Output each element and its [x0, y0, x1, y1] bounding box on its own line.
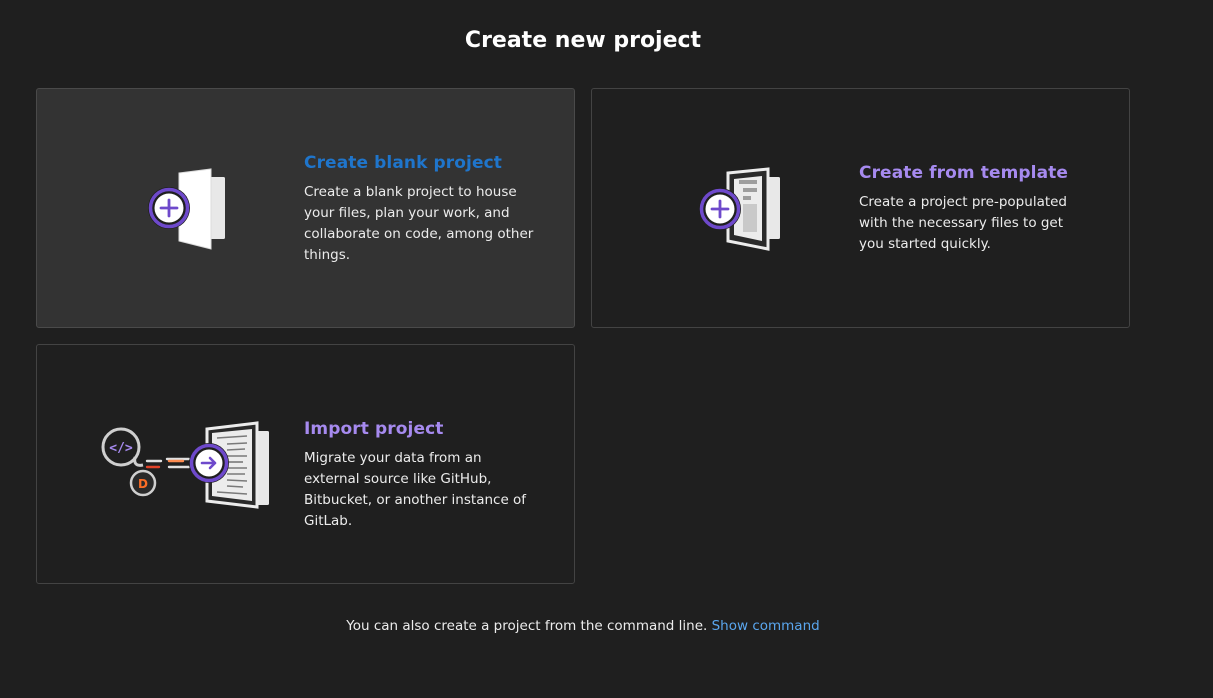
svg-text:</>: </>	[109, 441, 133, 456]
create-from-template-card[interactable]: Create from template Create a project pr…	[591, 88, 1130, 328]
import-project-title[interactable]: Import project	[304, 419, 534, 439]
import-project-description: Migrate your data from an external sourc…	[304, 450, 527, 529]
command-line-hint-text: You can also create a project from the c…	[346, 618, 708, 634]
svg-text:D: D	[138, 477, 148, 491]
template-project-illustration-icon	[699, 167, 780, 251]
create-blank-project-card[interactable]: Create blank project Create a blank proj…	[36, 88, 575, 328]
page-title: Create new project	[464, 28, 702, 53]
create-from-template-title[interactable]: Create from template	[859, 163, 1089, 183]
show-command-link[interactable]: Show command	[712, 618, 820, 634]
create-from-template-description: Create a project pre-populated with the …	[859, 194, 1068, 252]
create-blank-project-description: Create a blank project to house your fil…	[304, 184, 534, 263]
import-project-card[interactable]: </> D Import project Migrate your data f…	[36, 344, 575, 584]
create-blank-project-title[interactable]: Create blank project	[304, 153, 534, 173]
blank-project-illustration-icon	[148, 168, 225, 250]
command-line-hint: You can also create a project from the c…	[0, 618, 1166, 634]
import-project-illustration-icon: </> D	[101, 421, 269, 509]
